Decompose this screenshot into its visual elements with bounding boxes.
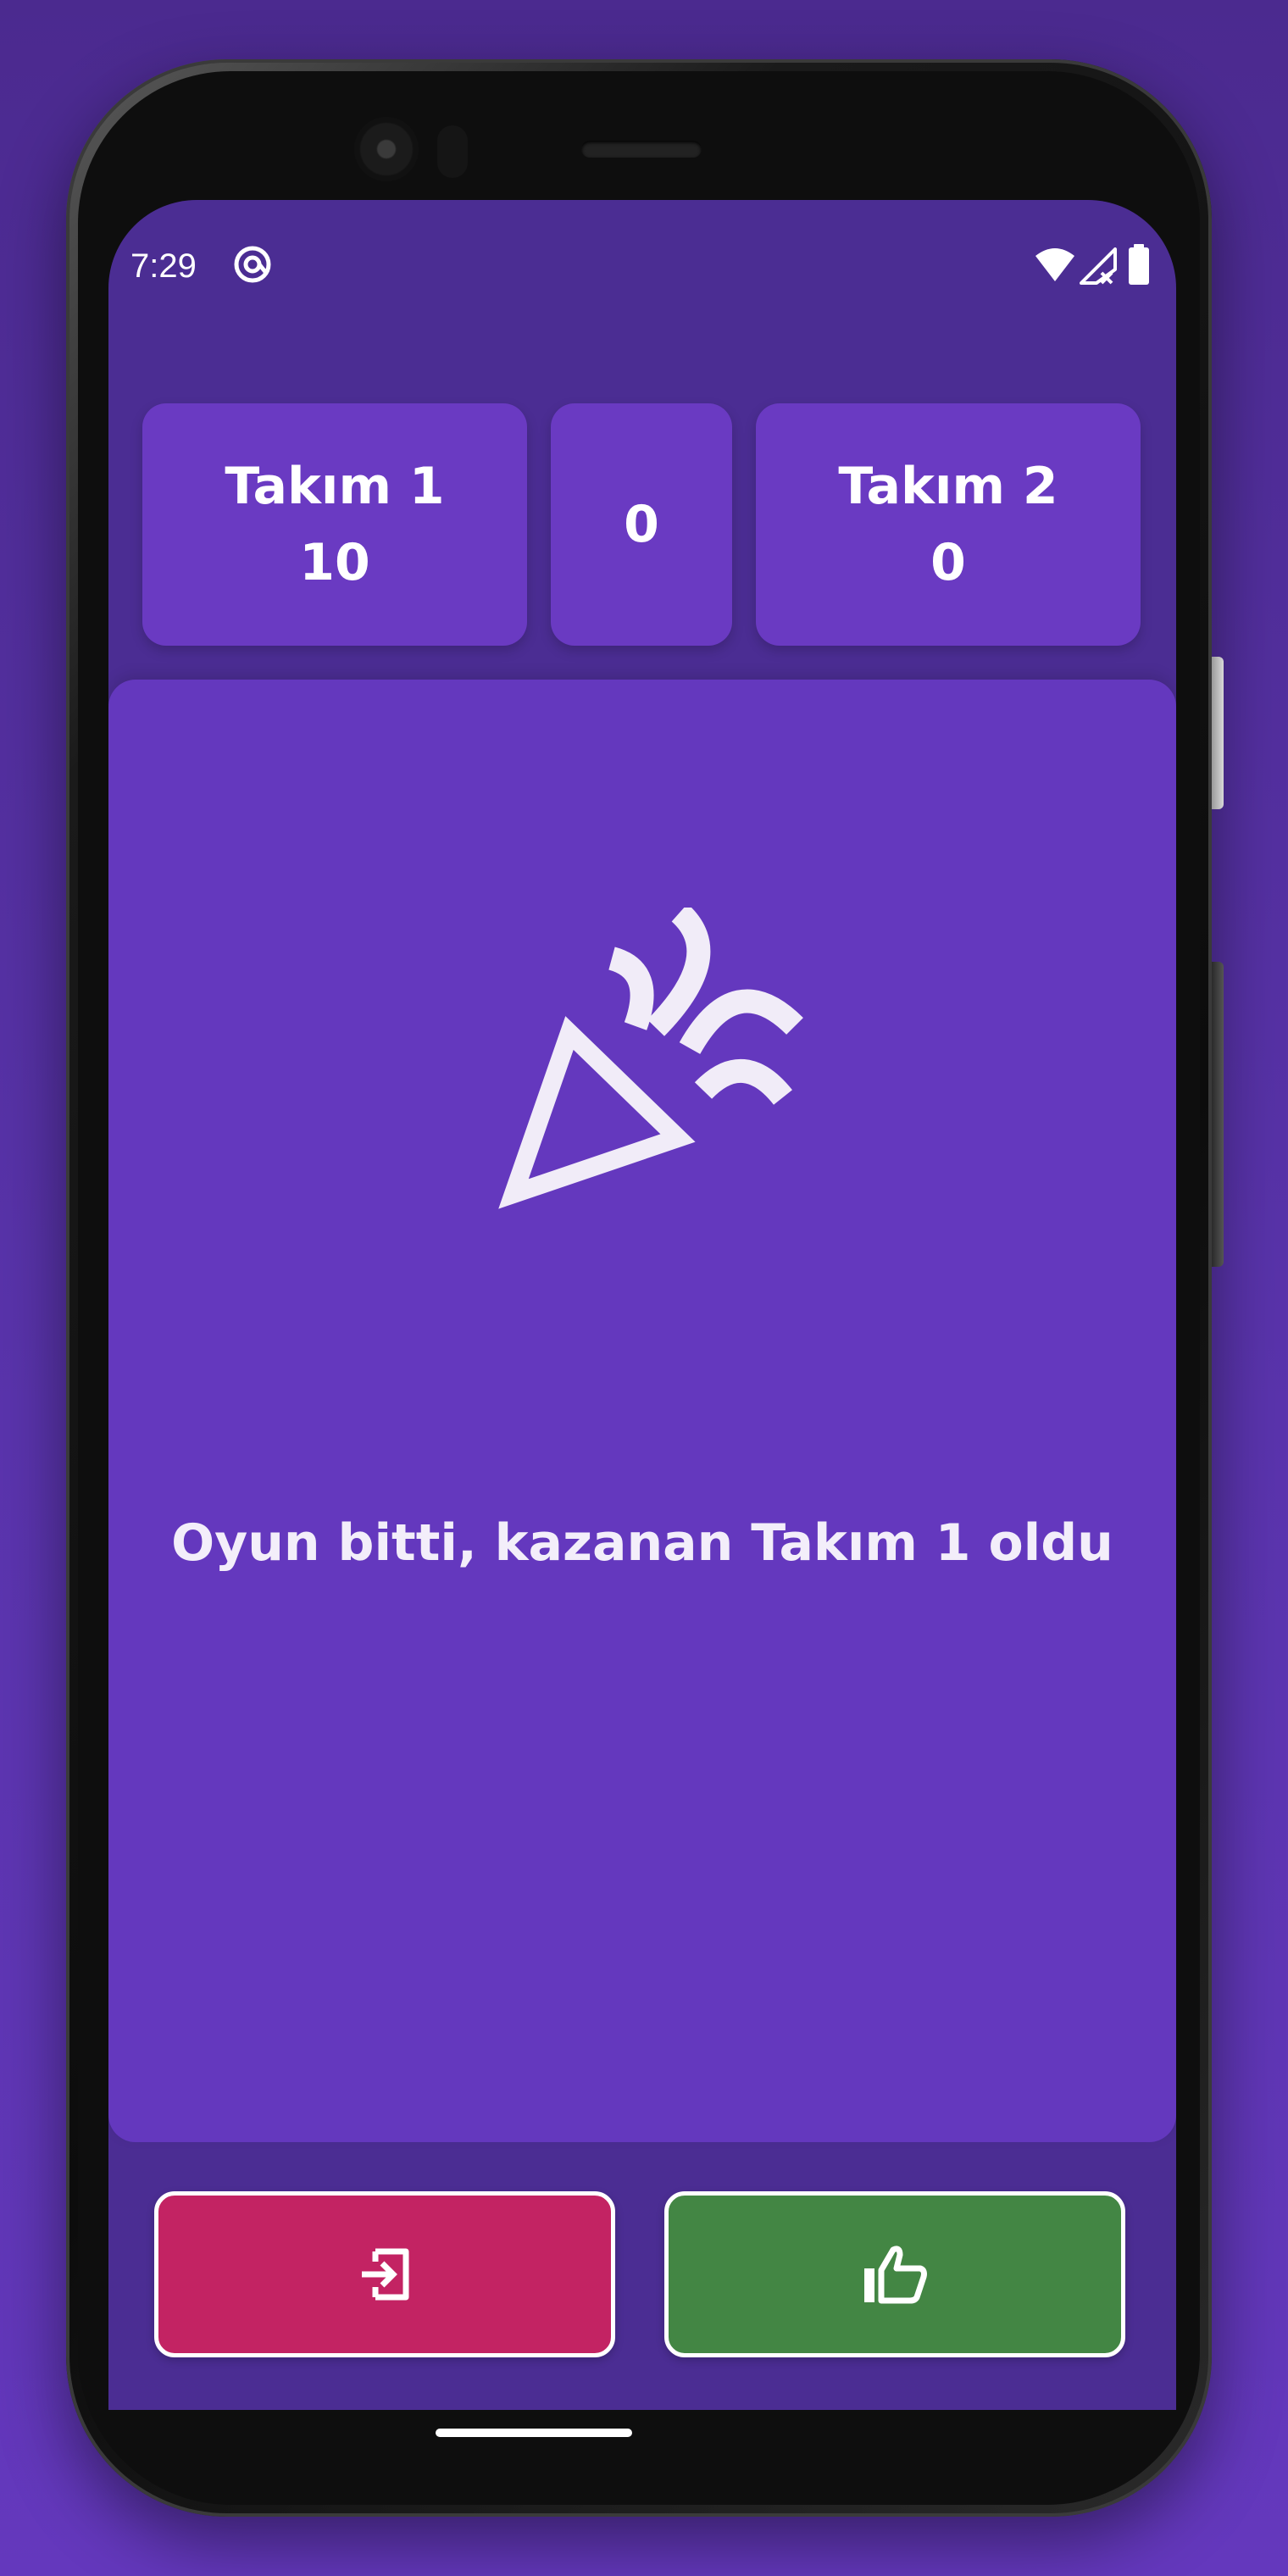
- team2-name: Takım 2: [838, 457, 1058, 516]
- cellular-no-signal-icon: [1080, 247, 1117, 285]
- round-value: 0: [624, 495, 659, 554]
- result-card: [108, 680, 1176, 2142]
- home-indicator[interactable]: [436, 2429, 632, 2437]
- team2-score: 0: [930, 533, 966, 592]
- celebration-icon: [498, 908, 803, 1209]
- team1-card: Takım 1 10: [142, 403, 527, 646]
- navigation-bar: [108, 2408, 1176, 2410]
- status-time: 7:29: [130, 247, 197, 285]
- volume-rocker: [1212, 962, 1224, 1267]
- like-button[interactable]: [664, 2191, 1125, 2357]
- team2-card: Takım 2 0: [756, 403, 1141, 646]
- exit-icon: [362, 2248, 409, 2301]
- exit-button[interactable]: [154, 2191, 615, 2357]
- proximity-sensor: [437, 125, 468, 178]
- earpiece-speaker: [581, 141, 702, 158]
- team1-name: Takım 1: [225, 457, 445, 516]
- power-button: [1212, 657, 1224, 809]
- at-sign-icon: [234, 246, 271, 283]
- status-bar: 7:29: [108, 244, 1176, 295]
- wifi-icon: [1035, 248, 1074, 281]
- round-card: 0: [551, 403, 732, 646]
- result-message: Oyun bitti, kazanan Takım 1 oldu: [171, 1513, 1113, 1573]
- team1-score: 10: [299, 533, 370, 592]
- front-camera: [354, 117, 419, 181]
- battery-icon: [1129, 244, 1149, 285]
- app-screen: 7:29 Takım 1 10 0 Takım 2 0 Oyun bitti, …: [108, 200, 1176, 2410]
- thumb-up-icon: [864, 2246, 927, 2304]
